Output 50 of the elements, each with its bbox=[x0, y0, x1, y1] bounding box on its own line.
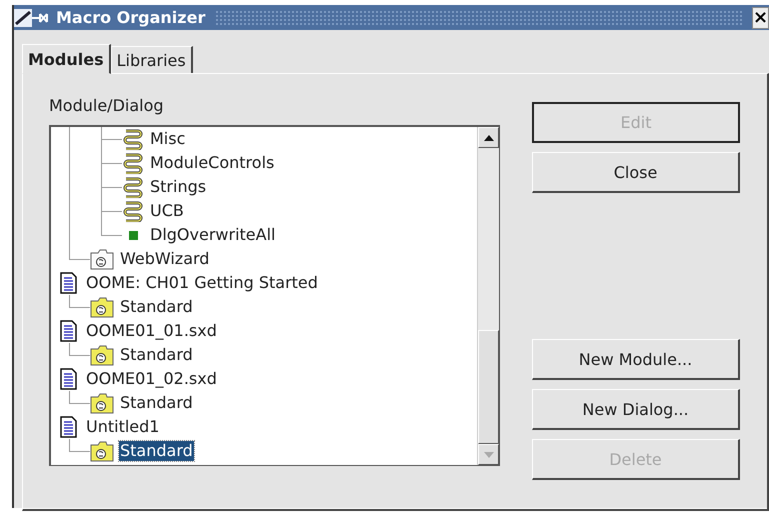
tree-item[interactable]: ModuleControls bbox=[149, 153, 276, 173]
tree-label: Module/Dialog bbox=[49, 96, 165, 115]
tree-item[interactable]: OOME01_01.sxd bbox=[85, 321, 218, 341]
tree-connector bbox=[69, 127, 122, 151]
document-icon bbox=[58, 368, 80, 390]
tree-connector bbox=[69, 151, 122, 175]
dialog-button[interactable]: New Module... bbox=[532, 339, 740, 380]
tree-connector bbox=[69, 199, 122, 223]
scrollbar[interactable] bbox=[477, 127, 499, 465]
tree-connector bbox=[69, 439, 90, 452]
tree-connector bbox=[69, 391, 90, 404]
down-arrow-icon bbox=[484, 452, 494, 458]
tree-item[interactable]: Standard bbox=[119, 345, 194, 365]
dialog-button[interactable]: Close bbox=[532, 152, 740, 193]
tree-item[interactable]: DlgOverwriteAll bbox=[149, 225, 276, 245]
scroll-thumb[interactable] bbox=[478, 330, 499, 444]
module-icon bbox=[122, 200, 144, 222]
library-icon bbox=[90, 296, 114, 318]
module-icon bbox=[122, 152, 144, 174]
tree-item[interactable]: Untitled1 bbox=[85, 417, 160, 437]
tree-item[interactable]: OOME: CH01 Getting Started bbox=[85, 273, 319, 293]
tree-item[interactable]: Misc bbox=[149, 129, 186, 149]
library-icon bbox=[90, 440, 114, 462]
up-arrow-icon bbox=[484, 134, 494, 140]
window-title: Macro Organizer bbox=[56, 8, 206, 27]
tree-item[interactable]: Standard bbox=[119, 393, 194, 413]
dialog-button[interactable]: New Dialog... bbox=[532, 389, 740, 430]
library-icon bbox=[90, 344, 114, 366]
tree-item[interactable]: Standard bbox=[119, 297, 194, 317]
tree-connector bbox=[69, 295, 90, 308]
tree-item[interactable]: OOME01_02.sxd bbox=[85, 369, 218, 389]
tree-item[interactable]: Standard bbox=[119, 441, 194, 461]
app-icon bbox=[14, 8, 50, 26]
document-icon bbox=[58, 320, 80, 342]
scroll-down-button[interactable] bbox=[478, 444, 499, 465]
tree-connector bbox=[69, 343, 90, 356]
library-icon bbox=[90, 248, 114, 270]
document-icon bbox=[58, 416, 80, 438]
library-icon bbox=[90, 392, 114, 414]
close-button[interactable]: × bbox=[752, 6, 769, 28]
tree-item[interactable]: Strings bbox=[149, 177, 208, 197]
document-icon bbox=[58, 272, 80, 294]
module-icon bbox=[122, 128, 144, 150]
tree-connector bbox=[69, 175, 122, 199]
tree-item[interactable]: WebWizard bbox=[119, 249, 210, 269]
module-icon bbox=[122, 176, 144, 198]
tab[interactable]: Libraries bbox=[110, 46, 193, 74]
scroll-up-button[interactable] bbox=[478, 127, 499, 148]
tree-item[interactable]: UCB bbox=[149, 201, 185, 221]
tab[interactable]: Modules bbox=[22, 44, 111, 74]
